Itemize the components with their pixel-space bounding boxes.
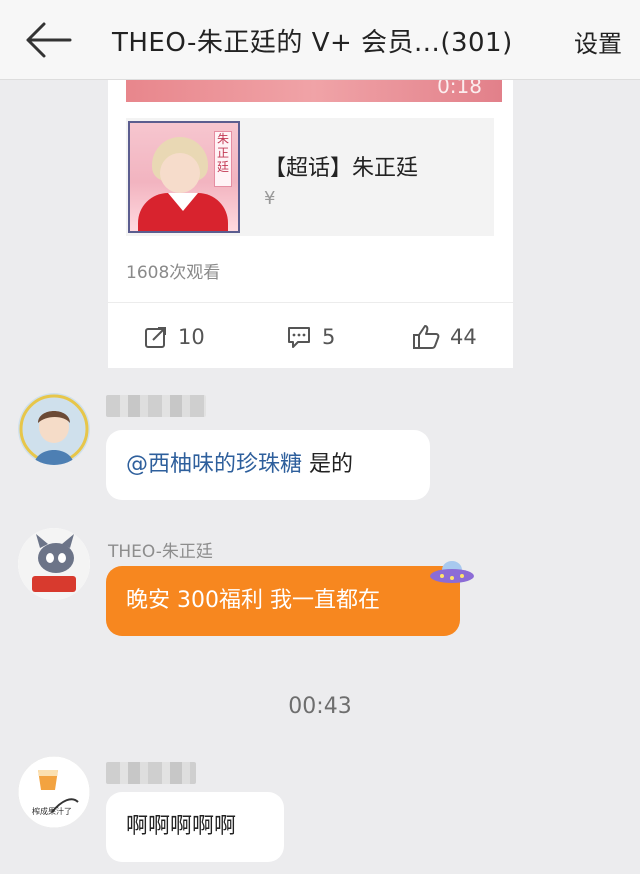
comment-icon	[288, 327, 310, 348]
message-bubble[interactable]: @西柚味的珍珠糖 是的	[106, 430, 430, 500]
sender-name: THEO-朱正廷	[108, 542, 213, 562]
topic-subtitle: ¥	[264, 188, 276, 209]
back-arrow-icon[interactable]	[22, 20, 74, 60]
repost-button[interactable]: 10	[144, 322, 205, 352]
repost-icon	[145, 327, 166, 348]
like-icon	[413, 325, 440, 349]
like-count: 44	[450, 325, 477, 349]
message-bubble[interactable]: 啊啊啊啊啊	[106, 792, 284, 862]
repost-count: 10	[178, 325, 205, 349]
topic-title: 【超话】朱正廷	[264, 156, 419, 181]
divider	[108, 302, 513, 303]
mention-link[interactable]: @西柚味的珍珠糖	[126, 452, 302, 477]
message-text: 晚安 300福利 我一直都在	[126, 588, 380, 613]
message-text: 是的	[309, 452, 354, 477]
svg-text:榨成果汁了: 榨成果汁了	[32, 806, 72, 816]
video-preview[interactable]: 0:18	[126, 74, 502, 102]
sender-name-redacted	[106, 395, 206, 417]
ufo-sticker-icon	[428, 556, 476, 590]
super-topic-box[interactable]: 朱正廷 【超话】朱正廷 ¥	[126, 118, 494, 236]
message-text: 啊啊啊啊啊	[126, 814, 237, 839]
avatar[interactable]	[18, 393, 90, 465]
settings-button[interactable]: 设置	[574, 24, 622, 59]
sender-name-redacted	[106, 762, 196, 784]
comment-button[interactable]: 5	[286, 322, 335, 352]
avatar[interactable]: 榨成果汁了	[18, 756, 90, 828]
shared-post-card[interactable]: 0:18 朱正廷 【超话】朱正廷 ¥ 1608次观看 10 5 44	[108, 74, 513, 368]
comment-count: 5	[322, 325, 336, 349]
message-bubble[interactable]: 晚安 300福利 我一直都在	[106, 566, 460, 636]
time-separator: 00:43	[288, 694, 352, 719]
like-button[interactable]: 44	[412, 322, 477, 352]
topic-thumbnail: 朱正廷	[128, 121, 240, 233]
chat-title: THEO-朱正廷的 V+ 会员...(301)	[112, 28, 513, 58]
avatar[interactable]	[18, 528, 90, 600]
thumb-tag: 朱正廷	[214, 131, 232, 187]
top-bar: THEO-朱正廷的 V+ 会员...(301) 设置	[0, 0, 640, 80]
view-count: 1608次观看	[126, 263, 221, 283]
